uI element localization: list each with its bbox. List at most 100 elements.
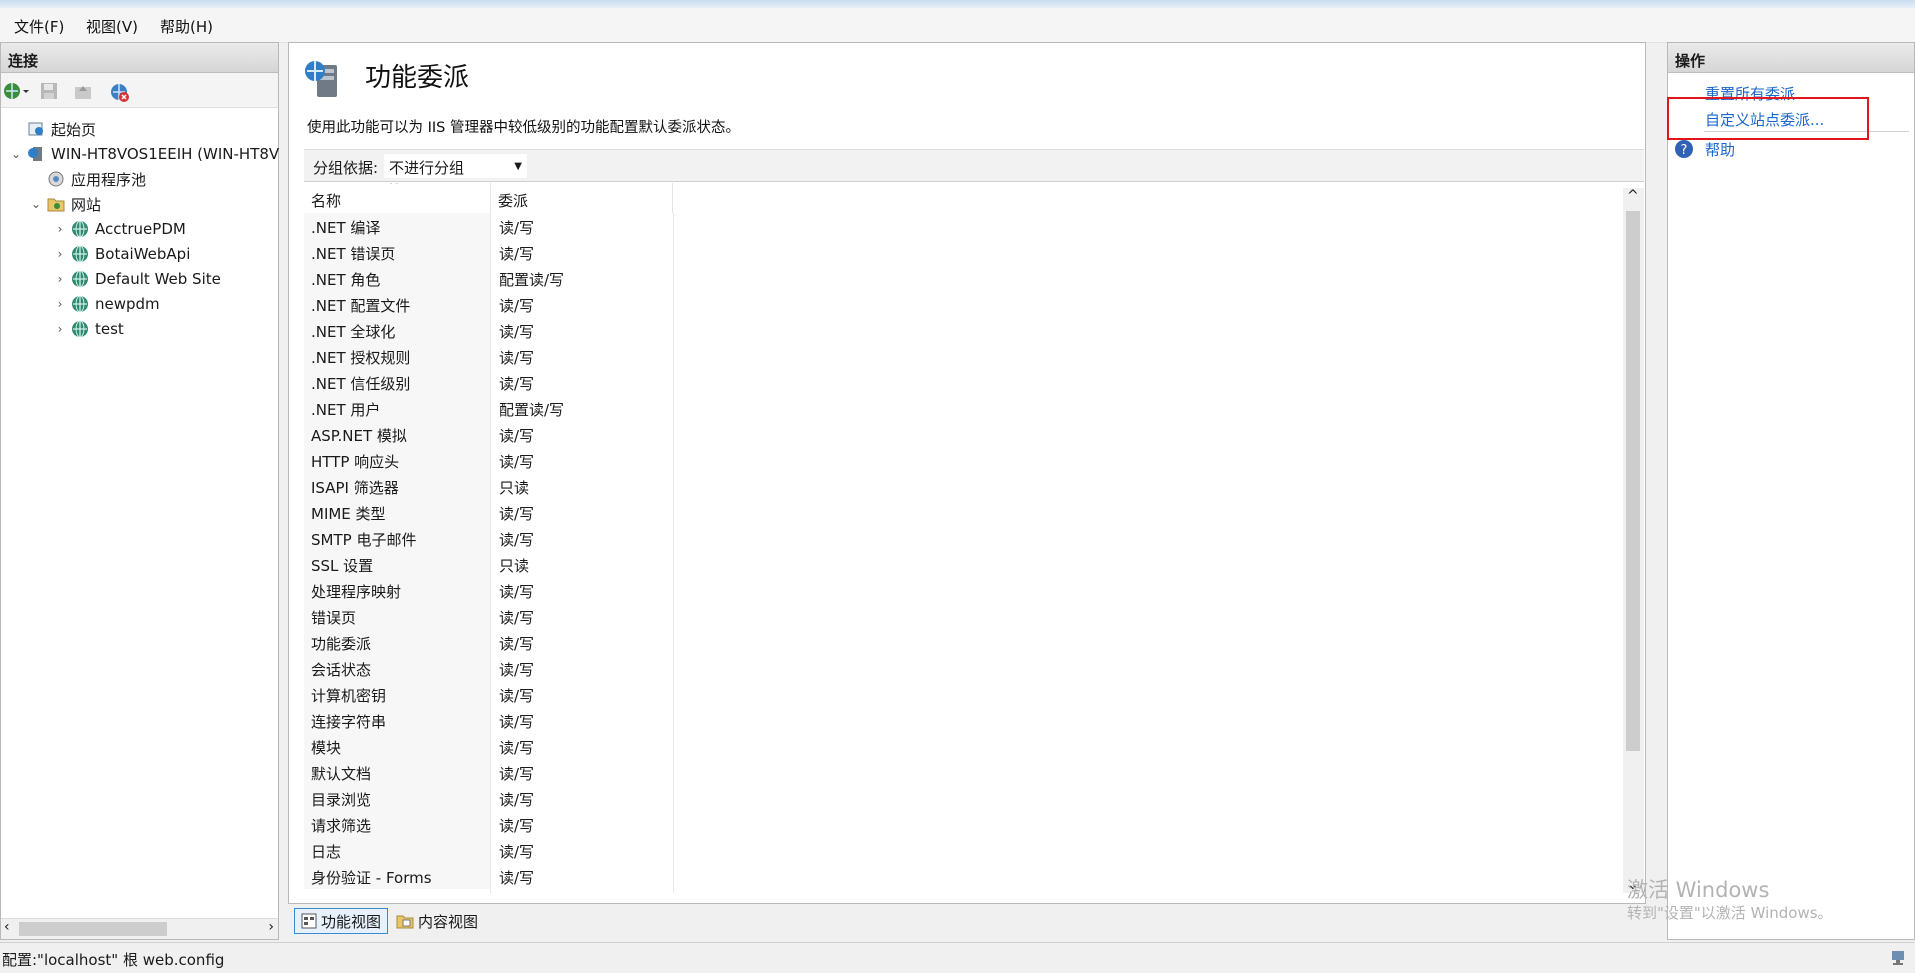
disconnect-icon[interactable] — [109, 81, 129, 102]
table-row[interactable]: ASP.NET 模拟 读/写 — [304, 421, 674, 447]
table-row[interactable]: 身份验证 - Forms 读/写 — [304, 863, 674, 889]
delegation-cell: 读/写 — [499, 765, 535, 783]
tree-node[interactable]: › AcctruePDM — [53, 217, 186, 241]
delegation-cell: 读/写 — [499, 531, 535, 549]
menu-help[interactable]: 帮助(H) — [160, 16, 213, 37]
scroll-right-icon[interactable]: › — [268, 919, 274, 935]
features-view-icon — [301, 913, 317, 929]
delegation-cell: 读/写 — [499, 505, 535, 523]
table-row[interactable]: MIME 类型 读/写 — [304, 499, 674, 525]
tree-node[interactable]: ⌄ WIN-HT8VOS1EEIH (WIN-HT8V — [9, 142, 279, 166]
scrollbar-thumb[interactable] — [1626, 211, 1640, 751]
expand-toggle-icon[interactable]: ⌄ — [9, 147, 23, 161]
tree-node[interactable]: ⌄ 网站 — [29, 192, 101, 216]
help-icon[interactable]: ? — [1674, 139, 1694, 163]
table-row[interactable]: 默认文档 读/写 — [304, 759, 674, 785]
highlight-annotation-box — [1667, 97, 1869, 140]
menu-view[interactable]: 视图(V) — [86, 16, 138, 37]
feature-name-cell: 目录浏览 — [304, 785, 490, 811]
expand-toggle-icon[interactable]: ⌄ — [29, 197, 43, 211]
table-row[interactable]: .NET 全球化 读/写 — [304, 317, 674, 343]
help-link[interactable]: 帮助 — [1705, 139, 1735, 160]
table-row[interactable]: .NET 角色 配置读/写 — [304, 265, 674, 291]
column-header-name[interactable]: ^ 名称 — [304, 183, 491, 213]
table-row[interactable]: HTTP 响应头 读/写 — [304, 447, 674, 473]
delegation-cell: 读/写 — [499, 427, 535, 445]
delegation-cell: 读/写 — [499, 375, 535, 393]
horizontal-scrollbar[interactable]: ‹ › — [1, 918, 278, 939]
table-row[interactable]: 处理程序映射 读/写 — [304, 577, 674, 603]
tree-node-label: 起始页 — [51, 120, 97, 139]
table-row[interactable]: .NET 用户 配置读/写 — [304, 395, 674, 421]
table-row[interactable]: SSL 设置 只读 — [304, 551, 674, 577]
feature-name-cell: .NET 授权规则 — [304, 343, 490, 369]
tree-node[interactable]: 应用程序池 — [29, 167, 146, 191]
tree-node-label: WIN-HT8VOS1EEIH (WIN-HT8V — [51, 145, 280, 163]
feature-name-cell: 日志 — [304, 837, 490, 863]
page-description: 使用此功能可以为 IIS 管理器中较低级别的功能配置默认委派状态。 — [307, 120, 740, 136]
delegation-cell: 读/写 — [499, 583, 535, 601]
feature-name-cell: HTTP 响应头 — [304, 447, 490, 473]
feature-name-cell: .NET 全球化 — [304, 317, 490, 343]
table-row[interactable]: ISAPI 筛选器 只读 — [304, 473, 674, 499]
scroll-up-icon[interactable]: ^ — [1627, 188, 1639, 204]
table-row[interactable]: .NET 编译 读/写 — [304, 213, 674, 239]
delegation-cell: 只读 — [499, 479, 530, 497]
column-header-delegation[interactable]: 委派 — [491, 183, 673, 213]
globe-icon — [71, 245, 89, 263]
tab-features-view[interactable]: 功能视图 — [294, 908, 388, 934]
tree-node[interactable]: › Default Web Site — [53, 267, 221, 291]
delegation-cell: 读/写 — [499, 843, 535, 861]
expand-toggle-icon[interactable]: › — [53, 272, 67, 286]
table-row[interactable]: 错误页 读/写 — [304, 603, 674, 629]
tree-node[interactable]: › test — [53, 317, 124, 341]
scrollbar-thumb[interactable] — [19, 922, 167, 936]
tree-node[interactable]: › newpdm — [53, 292, 160, 316]
expand-toggle-icon[interactable]: › — [53, 247, 67, 261]
table-row[interactable]: .NET 授权规则 读/写 — [304, 343, 674, 369]
table-row[interactable]: 请求筛选 读/写 — [304, 811, 674, 837]
table-row[interactable]: 会话状态 读/写 — [304, 655, 674, 681]
feature-name-cell: .NET 角色 — [304, 265, 490, 291]
expand-toggle-icon[interactable]: › — [53, 222, 67, 236]
network-status-icon — [1889, 949, 1907, 971]
table-row[interactable]: .NET 信任级别 读/写 — [304, 369, 674, 395]
expand-toggle-icon[interactable]: › — [53, 322, 67, 336]
tree-node[interactable]: 起始页 — [9, 117, 96, 141]
connect-globe-icon[interactable] — [3, 81, 29, 101]
activation-watermark-subtitle: 转到"设置"以激活 Windows。 — [1627, 904, 1833, 922]
table-row[interactable]: 模块 读/写 — [304, 733, 674, 759]
feature-name-cell: .NET 用户 — [304, 395, 490, 421]
vertical-scrollbar[interactable]: ^ ⌄ — [1623, 188, 1644, 893]
delegation-cell: 读/写 — [499, 219, 535, 237]
save-icon[interactable] — [39, 81, 59, 101]
feature-name-cell: 会话状态 — [304, 655, 490, 681]
table-row[interactable]: .NET 配置文件 读/写 — [304, 291, 674, 317]
table-row[interactable]: 日志 读/写 — [304, 837, 674, 863]
scroll-left-icon[interactable]: ‹ — [4, 919, 10, 935]
table-row[interactable]: 连接字符串 读/写 — [304, 707, 674, 733]
connections-title: 连接 — [1, 43, 278, 73]
connections-toolbar — [1, 73, 278, 108]
up-level-icon[interactable] — [73, 81, 93, 101]
feature-name-cell: 计算机密钥 — [304, 681, 490, 707]
table-row[interactable]: 功能委派 读/写 — [304, 629, 674, 655]
delegation-cell: 读/写 — [499, 245, 535, 263]
group-by-select[interactable]: 不进行分组 ▼ — [384, 154, 527, 178]
table-row[interactable]: .NET 错误页 读/写 — [304, 239, 674, 265]
feature-name-cell: 连接字符串 — [304, 707, 490, 733]
feature-name-cell: .NET 编译 — [304, 213, 490, 239]
delegation-cell: 读/写 — [499, 349, 535, 367]
expand-toggle-icon[interactable]: › — [53, 297, 67, 311]
table-row[interactable]: 目录浏览 读/写 — [304, 785, 674, 811]
window-top-strip — [0, 0, 1915, 8]
menu-file[interactable]: 文件(F) — [14, 16, 64, 37]
tree-node[interactable]: › BotaiWebApi — [53, 242, 191, 266]
delegation-cell: 读/写 — [499, 869, 535, 887]
feature-name-cell: 功能委派 — [304, 629, 490, 655]
tab-content-view[interactable]: 内容视图 — [390, 908, 486, 934]
table-row[interactable]: SMTP 电子邮件 读/写 — [304, 525, 674, 551]
table-row[interactable]: 计算机密钥 读/写 — [304, 681, 674, 707]
tree-node-label: test — [95, 320, 124, 338]
feature-name-cell: 默认文档 — [304, 759, 490, 785]
